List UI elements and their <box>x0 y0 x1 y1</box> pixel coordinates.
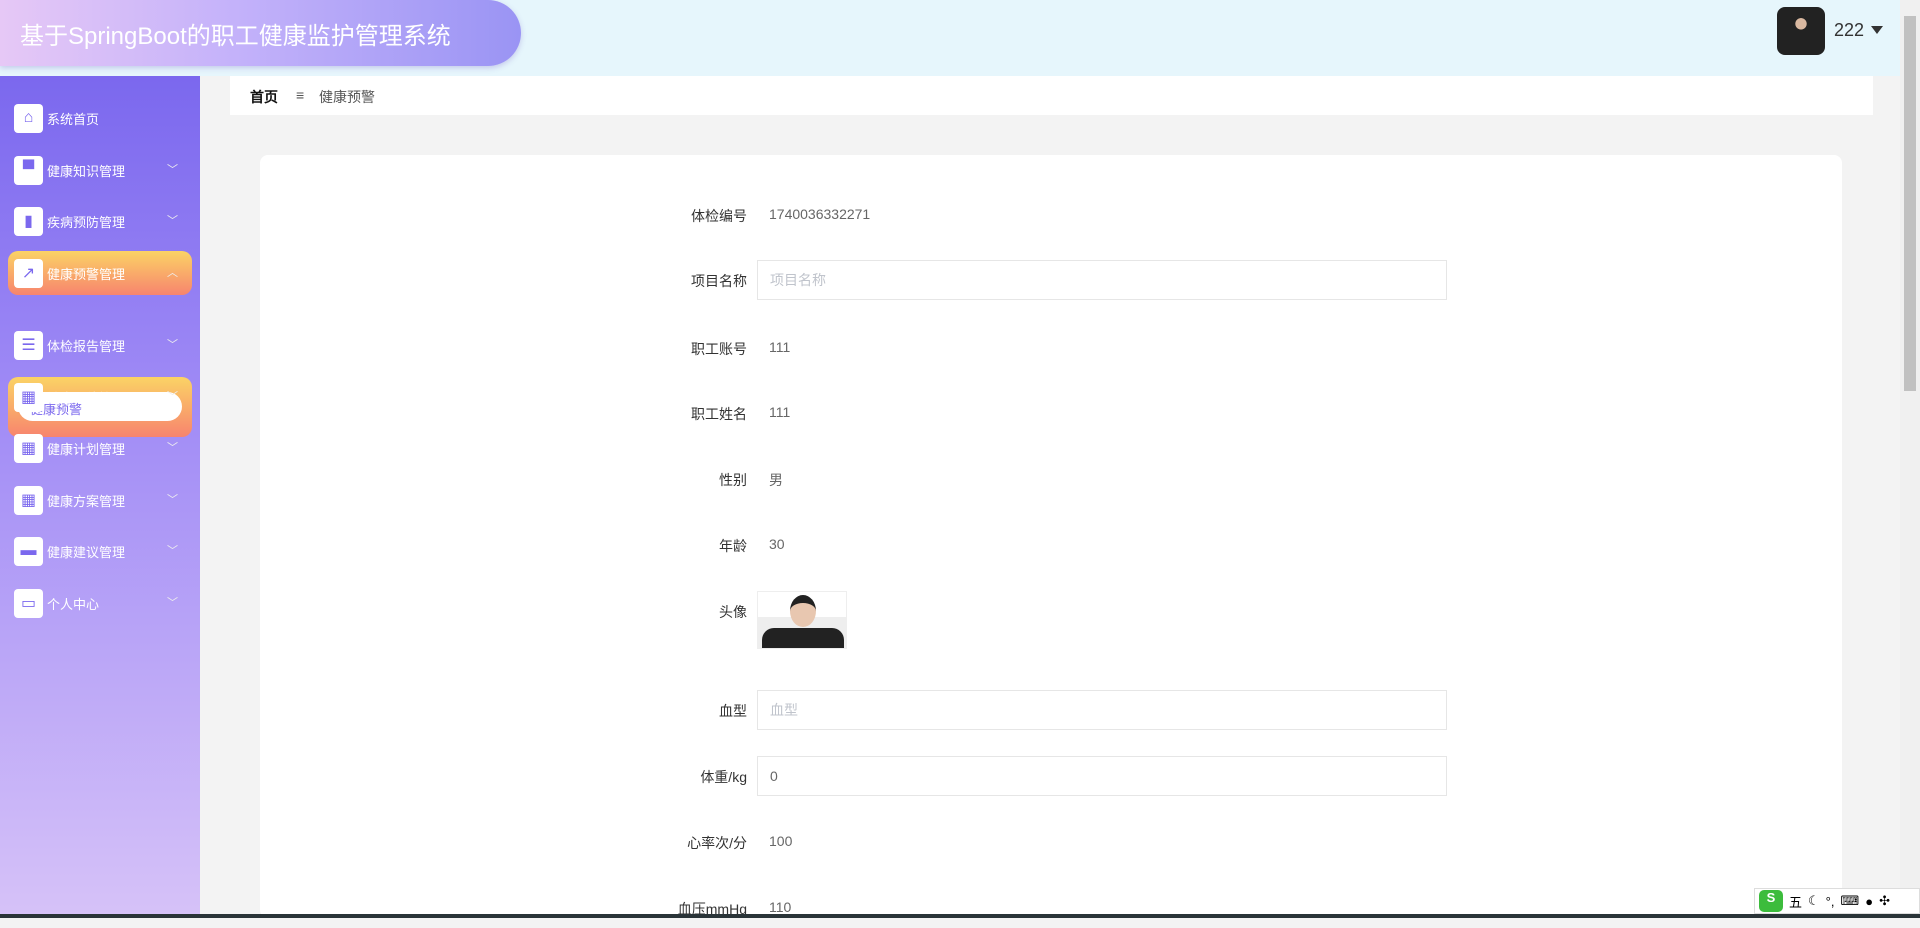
briefcase-icon: ▬ <box>14 536 43 566</box>
label: 项目名称 <box>691 273 747 289</box>
name-value: 111 <box>769 404 791 420</box>
chevron-up-icon: ︿ <box>167 267 178 279</box>
sidebar-item-1[interactable]: ▀ 健康知识管理 ﹀ <box>8 148 192 192</box>
row-heart-rate: 心率次/分 100 <box>260 822 1842 862</box>
sidebar-item-label: 健康评估管理 <box>47 390 126 406</box>
label: 血型 <box>719 703 747 719</box>
grid-icon: ▦ <box>14 382 43 412</box>
weight-input[interactable] <box>757 756 1447 796</box>
row-name: 职工姓名 111 <box>260 393 1842 433</box>
exam-no-value: 1740036332271 <box>769 206 871 222</box>
sidebar-item-label: 个人中心 <box>47 596 100 612</box>
sidebar-item-5[interactable]: ▦ 健康评估管理 ﹀ <box>8 375 192 419</box>
row-age: 年龄 30 <box>260 525 1842 565</box>
sidebar-item-label: 健康计划管理 <box>47 441 126 457</box>
ime-toolbar: S 五 ☾ °, ⌨ ● ✣ <box>1754 888 1920 914</box>
grid-icon: ▦ <box>14 485 43 515</box>
heart-rate-value: 100 <box>769 833 793 849</box>
row-item-name: 项目名称 <box>260 260 1842 300</box>
page-scrollbar[interactable] <box>1900 0 1920 918</box>
moon-icon[interactable]: ☾ <box>1808 893 1820 909</box>
book-icon: ▮ <box>14 206 43 236</box>
chevron-down-icon: ﹀ <box>167 215 178 227</box>
home-icon: ⌂ <box>14 103 43 133</box>
sidebar-item-2[interactable]: ▮ 疾病预防管理 ﹀ <box>8 199 192 243</box>
user-icon[interactable]: ● <box>1865 894 1873 909</box>
shop-icon: ▀ <box>14 155 43 185</box>
row-photo: 头像 <box>260 591 1842 651</box>
sidebar-item-0[interactable]: ⌂ 系统首页 <box>8 96 192 140</box>
sidebar-item-7[interactable]: ▦ 健康方案管理 ﹀ <box>8 478 192 522</box>
chart-icon: ↗ <box>14 258 43 288</box>
app-title: 基于SpringBoot的职工健康监护管理系统 <box>20 23 451 50</box>
blood-pressure-value: 110 <box>769 899 792 915</box>
label: 年龄 <box>719 538 747 554</box>
ime-logo-icon[interactable]: S <box>1759 890 1783 912</box>
chevron-down-icon: ﹀ <box>167 442 178 454</box>
blood-type-input[interactable] <box>757 690 1447 730</box>
label: 头像 <box>719 604 747 620</box>
taskbar <box>0 914 1920 918</box>
user-avatar[interactable] <box>1777 7 1825 55</box>
avatar-photo[interactable] <box>757 591 847 649</box>
username[interactable]: 222 <box>1834 20 1864 41</box>
sidebar-item-8[interactable]: ▬ 健康建议管理 ﹀ <box>8 529 192 573</box>
sliders-icon: ☰ <box>14 330 43 360</box>
account-value: 111 <box>769 339 791 355</box>
age-value: 30 <box>769 536 785 552</box>
breadcrumb-current: 健康预警 <box>319 89 375 105</box>
scrollbar-thumb[interactable] <box>1904 16 1916 391</box>
label: 心率次/分 <box>687 835 747 851</box>
sidebar-item-6[interactable]: ▦ 健康计划管理 ﹀ <box>8 426 192 470</box>
row-blood-type: 血型 <box>260 690 1842 730</box>
breadcrumb: 首页 ≡ 健康预警 <box>230 76 1873 115</box>
sidebar-item-label: 健康知识管理 <box>47 163 126 179</box>
sidebar-item-9[interactable]: ▭ 个人中心 ﹀ <box>8 581 192 625</box>
punctuation-icon[interactable]: °, <box>1826 894 1835 909</box>
breadcrumb-home[interactable]: 首页 <box>250 87 278 107</box>
chevron-down-icon: ﹀ <box>167 545 178 557</box>
breadcrumb-separator: ≡ <box>296 87 305 103</box>
sidebar: 健康预警 ⌂ 系统首页 ▀ 健康知识管理 ﹀ ▮ 疾病预防管理 ﹀ ↗ 健康预警管理 ︿ ☰ 体检报告管… <box>0 76 200 918</box>
row-account: 职工账号 111 <box>260 328 1842 368</box>
keyboard-icon[interactable]: ⌨ <box>1840 893 1859 909</box>
chevron-down-icon: ﹀ <box>167 391 178 403</box>
row-weight: 体重/kg <box>260 756 1842 796</box>
label: 性别 <box>719 472 747 488</box>
sidebar-item-label: 健康预警管理 <box>47 266 126 282</box>
chevron-down-icon: ﹀ <box>167 494 178 506</box>
gender-value: 男 <box>769 472 783 488</box>
apps-icon[interactable]: ✣ <box>1879 893 1890 909</box>
sidebar-item-label: 健康建议管理 <box>47 544 126 560</box>
sidebar-item-4[interactable]: ☰ 体检报告管理 ﹀ <box>8 323 192 367</box>
label: 体重/kg <box>700 769 747 785</box>
sidebar-item-label: 健康方案管理 <box>47 493 126 509</box>
label: 职工姓名 <box>691 406 747 422</box>
row-gender: 性别 男 <box>260 459 1842 499</box>
card-icon: ▭ <box>14 588 43 618</box>
ime-mode[interactable]: 五 <box>1789 892 1802 911</box>
sidebar-item-label: 系统首页 <box>47 111 100 127</box>
sidebar-item-label: 疾病预防管理 <box>47 214 126 230</box>
title-banner: 基于SpringBoot的职工健康监护管理系统 <box>0 0 521 66</box>
caret-down-icon[interactable] <box>1871 26 1883 34</box>
chevron-down-icon: ﹀ <box>167 339 178 351</box>
item-name-input[interactable] <box>757 260 1447 300</box>
top-header: 基于SpringBoot的职工健康监护管理系统 222 <box>0 0 1900 76</box>
sidebar-item-label: 体检报告管理 <box>47 338 126 354</box>
sidebar-item-3[interactable]: ↗ 健康预警管理 ︿ <box>8 251 192 295</box>
chevron-down-icon: ﹀ <box>167 597 178 609</box>
row-blood-pressure: 血压mmHg 110 <box>260 888 1842 928</box>
row-exam-no: 体检编号 1740036332271 <box>260 195 1842 235</box>
form-card: 体检编号 1740036332271 项目名称 职工账号 111 职工姓名 111 性… <box>260 155 1842 918</box>
grid-icon: ▦ <box>14 433 43 463</box>
label: 体检编号 <box>691 208 747 224</box>
chevron-down-icon: ﹀ <box>167 164 178 176</box>
label: 职工账号 <box>691 341 747 357</box>
